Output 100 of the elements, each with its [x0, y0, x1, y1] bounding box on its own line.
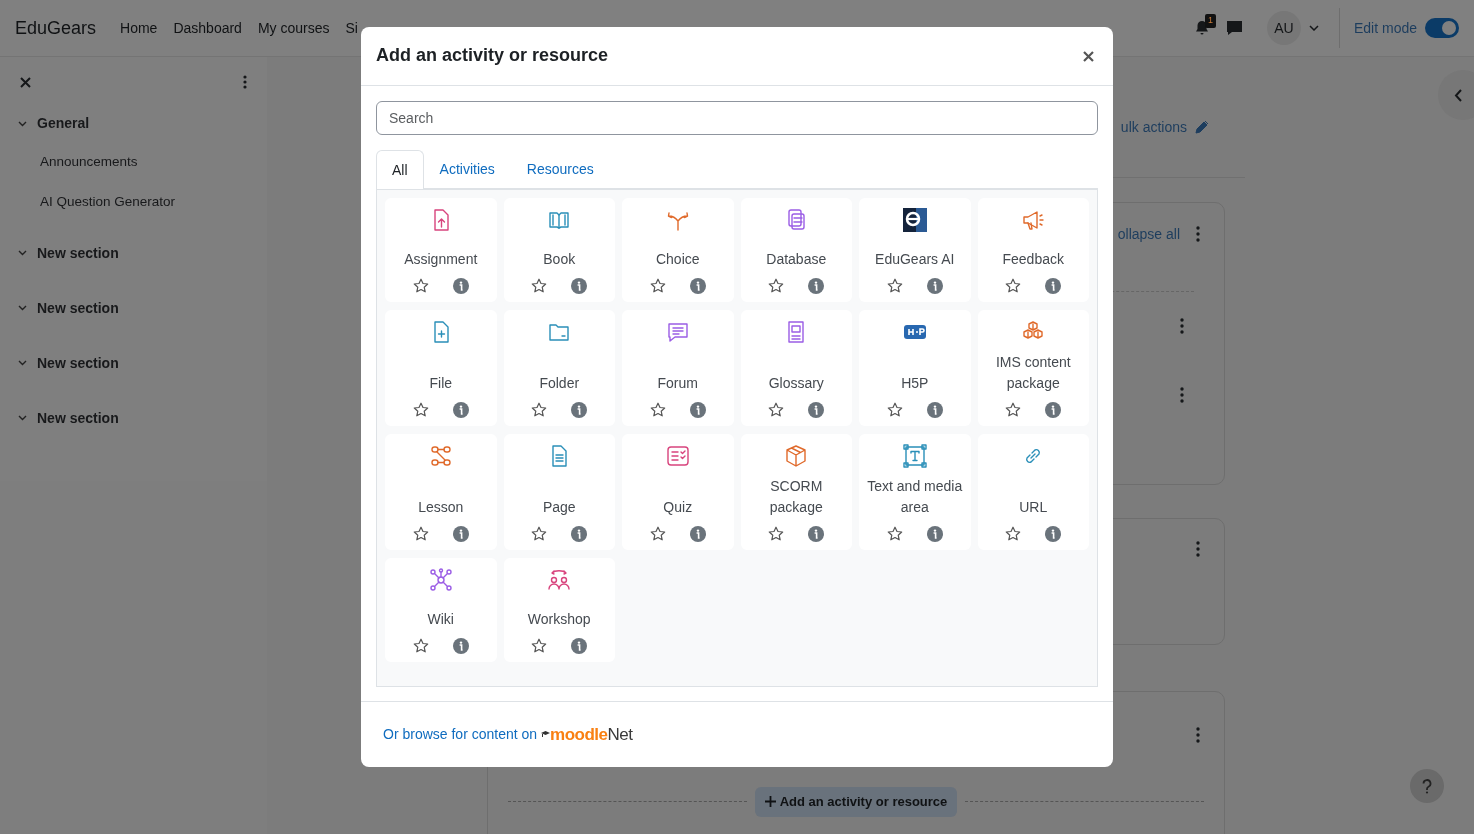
info-icon[interactable] — [808, 402, 825, 418]
info-icon[interactable] — [689, 278, 706, 294]
info-icon[interactable] — [571, 402, 588, 418]
more-options-icon[interactable] — [243, 75, 247, 89]
info-icon[interactable] — [926, 402, 943, 418]
tab[interactable]: Activities — [423, 150, 511, 188]
caret-icon[interactable] — [1308, 25, 1319, 31]
star-icon[interactable] — [649, 526, 666, 542]
star-icon[interactable] — [531, 278, 548, 294]
star-icon[interactable] — [412, 278, 429, 294]
moodlenet-logo[interactable]: moodleNet — [541, 721, 633, 748]
user-avatar[interactable]: AU — [1266, 11, 1301, 45]
edit-mode-toggle[interactable] — [1425, 18, 1459, 38]
activity-card[interactable]: Book — [503, 198, 615, 302]
info-icon[interactable] — [1045, 278, 1062, 294]
activity-card[interactable]: Forum — [622, 310, 734, 426]
activity-card[interactable]: Wiki — [385, 558, 497, 662]
info-icon[interactable] — [808, 278, 825, 294]
activity-card[interactable]: Glossary — [740, 310, 852, 426]
section-title[interactable]: New section — [37, 297, 119, 319]
activity-card[interactable]: Text and media area — [859, 434, 971, 550]
activity-card[interactable]: Page — [503, 434, 615, 550]
activity-card[interactable]: Folder — [503, 310, 615, 426]
star-icon[interactable] — [531, 402, 548, 418]
info-icon[interactable] — [926, 278, 943, 294]
activity-name: SCORM package — [768, 477, 824, 517]
info-icon[interactable] — [452, 638, 469, 654]
star-icon[interactable] — [649, 402, 666, 418]
section-item[interactable]: AI Question Generator — [40, 192, 247, 213]
activity-card[interactable]: Feedback — [977, 198, 1089, 302]
search-field[interactable]: Search — [376, 101, 1098, 135]
more-options-icon[interactable] — [1196, 727, 1200, 743]
star-icon[interactable] — [886, 402, 903, 418]
info-icon[interactable] — [689, 526, 706, 542]
star-icon[interactable] — [768, 526, 785, 542]
star-icon[interactable] — [886, 278, 903, 294]
info-icon[interactable] — [571, 526, 588, 542]
activity-card[interactable]: IMS content package — [977, 310, 1089, 426]
messages-icon[interactable] — [1225, 20, 1243, 36]
activity-card[interactable]: Database — [740, 198, 852, 302]
section-title[interactable]: New section — [37, 242, 119, 264]
star-icon[interactable] — [768, 402, 785, 418]
info-icon[interactable] — [1045, 526, 1062, 542]
star-icon[interactable] — [1005, 278, 1022, 294]
activity-name: Folder — [539, 374, 580, 393]
info-icon[interactable] — [452, 402, 469, 418]
activity-card[interactable]: Lesson — [385, 434, 497, 550]
activity-card[interactable]: Quiz — [622, 434, 734, 550]
activity-card[interactable]: File — [385, 310, 497, 426]
chevron-icon[interactable] — [18, 305, 27, 311]
more-options-icon[interactable] — [1196, 541, 1200, 557]
browse-link[interactable]: Or browse for content on — [383, 724, 538, 745]
star-icon[interactable] — [1005, 402, 1022, 418]
activity-card[interactable]: URL — [977, 434, 1089, 550]
activity-card[interactable]: Assignment — [385, 198, 497, 302]
more-options-icon[interactable] — [1180, 317, 1184, 334]
site-name[interactable]: EduGears — [15, 14, 97, 42]
star-icon[interactable] — [649, 278, 666, 294]
star-icon[interactable] — [412, 402, 429, 418]
info-icon[interactable] — [452, 526, 469, 542]
notification-bell-icon[interactable] — [1193, 20, 1210, 36]
star-icon[interactable] — [768, 278, 785, 294]
section-title[interactable]: General — [37, 113, 90, 134]
activity-card[interactable]: Choice — [622, 198, 734, 302]
info-icon[interactable] — [571, 278, 588, 294]
more-options-icon[interactable] — [1196, 226, 1200, 242]
section-item[interactable]: Announcements — [40, 152, 247, 173]
info-icon[interactable] — [571, 638, 588, 654]
close-icon[interactable] — [1083, 50, 1094, 62]
add-activity-button[interactable]: Add an activity or resource — [754, 787, 958, 817]
activity-card[interactable]: Workshop — [503, 558, 615, 662]
activity-card[interactable]: SCORM package — [740, 434, 852, 550]
star-icon[interactable] — [412, 638, 429, 654]
activity-card[interactable]: H5P — [859, 310, 971, 426]
star-icon[interactable] — [886, 526, 903, 542]
info-icon[interactable] — [452, 278, 469, 294]
section-title[interactable]: New section — [37, 407, 119, 429]
nav-link-item[interactable]: My courses — [257, 17, 330, 39]
section-title[interactable]: New section — [37, 352, 119, 374]
activity-card[interactable]: EduGears AI — [859, 198, 971, 302]
info-icon[interactable] — [926, 526, 943, 542]
star-icon[interactable] — [1005, 526, 1022, 542]
nav-link-item[interactable]: Si — [345, 17, 358, 39]
star-icon[interactable] — [531, 638, 548, 654]
chevron-icon[interactable] — [18, 250, 27, 256]
pencil-icon[interactable] — [1195, 120, 1209, 134]
info-icon[interactable] — [808, 526, 825, 542]
chevron-icon[interactable] — [18, 120, 27, 127]
star-icon[interactable] — [531, 526, 548, 542]
chevron-icon[interactable] — [18, 360, 27, 366]
chevron-icon[interactable] — [18, 415, 27, 421]
nav-link-item[interactable]: Home — [120, 17, 158, 39]
info-icon[interactable] — [689, 402, 706, 418]
star-icon[interactable] — [412, 526, 429, 542]
tab[interactable]: Resources — [510, 150, 610, 188]
info-icon[interactable] — [1045, 402, 1062, 418]
close-icon[interactable] — [20, 76, 31, 88]
nav-link-item[interactable]: Dashboard — [173, 17, 242, 39]
more-options-icon[interactable] — [1180, 387, 1184, 403]
tab[interactable]: All — [376, 150, 424, 189]
